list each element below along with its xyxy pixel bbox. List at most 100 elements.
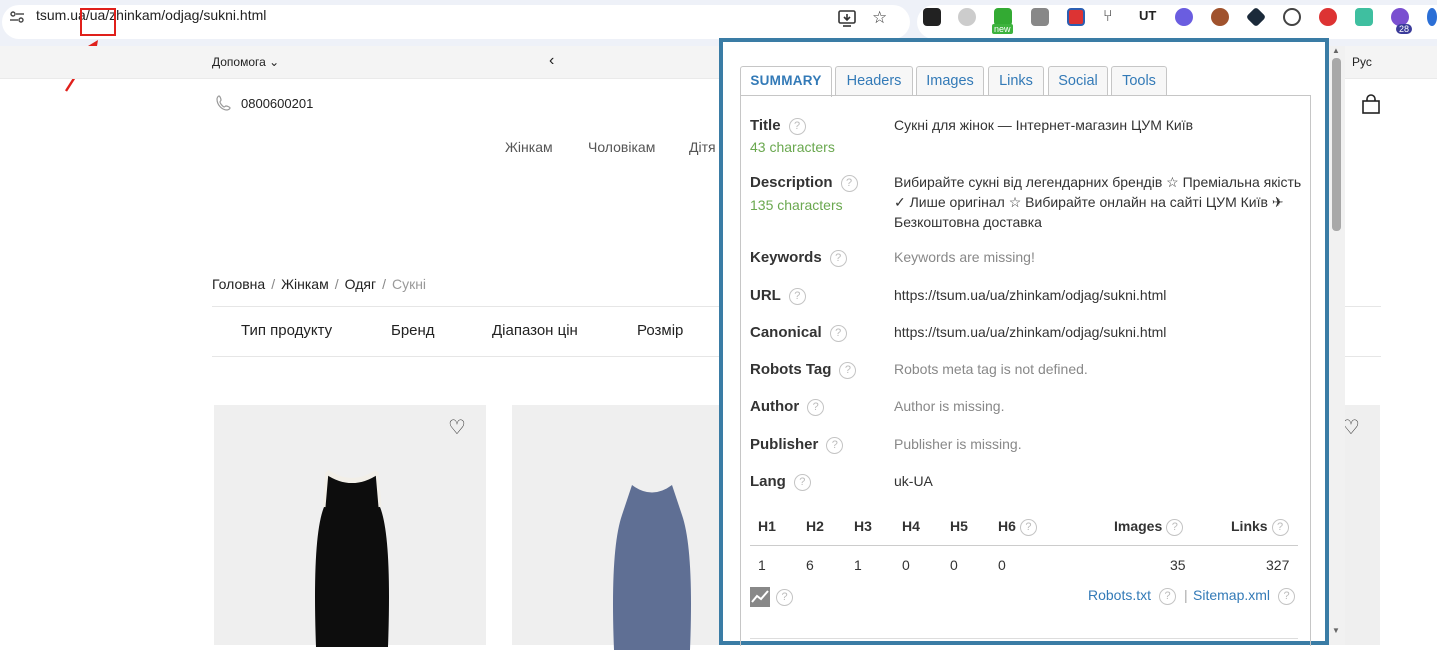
fatkun-extension-icon[interactable] <box>923 8 941 26</box>
tab-headers[interactable]: Headers <box>835 66 913 96</box>
url-value: https://tsum.ua/ua/zhinkam/odjag/sukni.h… <box>894 287 1167 303</box>
branch-extension-icon[interactable]: ⑂ <box>1103 8 1121 26</box>
help-icon[interactable]: ? <box>776 589 793 606</box>
h5-header: H5 <box>950 518 968 534</box>
site-settings-icon[interactable] <box>10 11 24 23</box>
help-icon[interactable]: ? <box>829 324 847 342</box>
tab-images[interactable]: Images <box>916 66 984 96</box>
help-icon[interactable]: ? <box>1166 518 1184 536</box>
filter-product-type[interactable]: Тип продукту <box>241 322 332 339</box>
author-value: Author is missing. <box>894 398 1005 414</box>
scrollbar-thumb[interactable] <box>1332 58 1341 231</box>
language-switch[interactable]: Рус <box>1352 55 1372 69</box>
sitemap-xml-link: Sitemap.xml? <box>1193 587 1296 605</box>
purple-extension-icon[interactable] <box>1175 8 1193 26</box>
author-label-text: Author <box>750 398 800 415</box>
tab-social[interactable]: Social <box>1048 66 1108 96</box>
filter-price[interactable]: Діапазон цін <box>492 322 578 339</box>
g-extension-icon[interactable] <box>1283 8 1301 26</box>
bag-icon[interactable] <box>1361 94 1381 114</box>
title-label-text: Title <box>750 117 781 134</box>
url-label: URL? <box>750 287 806 305</box>
publisher-label: Publisher? <box>750 436 844 454</box>
install-app-icon[interactable] <box>838 9 858 27</box>
help-icon[interactable]: ? <box>826 436 844 454</box>
h4-header: H4 <box>902 518 920 534</box>
product-image <box>613 485 691 650</box>
filter-size[interactable]: Розмір <box>637 322 683 339</box>
help-icon[interactable]: ? <box>839 361 857 379</box>
h6-count: 0 <box>998 557 1006 573</box>
description-label-text: Description <box>750 174 833 191</box>
help-icon[interactable]: ? <box>788 287 806 305</box>
product-card[interactable]: ♡ <box>214 405 486 647</box>
breadcrumb-sep: / <box>271 276 276 292</box>
breadcrumb-current: Сукні <box>391 276 427 292</box>
phone-number[interactable]: 0800600201 <box>241 96 313 111</box>
heart-icon[interactable]: ♡ <box>448 415 466 440</box>
canonical-value: https://tsum.ua/ua/zhinkam/odjag/sukni.h… <box>894 324 1167 340</box>
images-count: 35 <box>1170 557 1186 573</box>
phone-icon <box>216 95 231 111</box>
camera-extension-icon[interactable] <box>1031 8 1049 26</box>
ut-extension-icon[interactable]: UT <box>1139 8 1157 26</box>
title-label: Title? <box>750 117 806 135</box>
h2-header: H2 <box>806 518 824 534</box>
menu-item-men[interactable]: Чоловікам <box>588 139 655 155</box>
canonical-label: Canonical? <box>750 324 847 342</box>
breadcrumb-women[interactable]: Жінкам <box>281 276 329 292</box>
robots-txt-link-text[interactable]: Robots.txt <box>1088 587 1151 603</box>
help-icon[interactable]: ? <box>793 473 811 491</box>
tab-tools[interactable]: Tools <box>1111 66 1167 96</box>
picture-extension-icon[interactable] <box>1355 8 1373 26</box>
keywords-value: Keywords are missing! <box>894 249 1035 265</box>
help-menu[interactable]: Допомога ⌄ <box>212 55 279 69</box>
chevron-left-icon[interactable]: ‹ <box>549 52 554 70</box>
robots-txt-link: Robots.txt? <box>1088 587 1177 605</box>
breadcrumb-sep: / <box>334 276 339 292</box>
menu-item-women[interactable]: Жінкам <box>505 139 553 155</box>
help-icon[interactable]: ? <box>788 117 806 135</box>
tab-links[interactable]: Links <box>988 66 1044 96</box>
help-icon[interactable]: ? <box>829 249 847 267</box>
help-icon[interactable]: ? <box>1159 587 1177 605</box>
scroll-down-icon[interactable]: ▼ <box>1332 626 1340 635</box>
publisher-label-text: Publisher <box>750 436 819 453</box>
help-icon[interactable]: ? <box>840 174 858 192</box>
h5-count: 0 <box>950 557 958 573</box>
breadcrumb-clothes[interactable]: Одяг <box>345 276 376 292</box>
robots-value: Robots meta tag is not defined. <box>894 361 1088 377</box>
help-icon[interactable]: ? <box>1271 518 1289 536</box>
menu-item-kids[interactable]: Дітя <box>689 139 716 155</box>
grey-extension-icon[interactable] <box>958 8 976 26</box>
url-text[interactable]: tsum.ua/ua/zhinkam/odjag/sukni.html <box>36 7 266 23</box>
lang-value: uk-UA <box>894 473 933 489</box>
sitemap-xml-link-text[interactable]: Sitemap.xml <box>1193 587 1270 603</box>
new-badge: new <box>992 24 1013 34</box>
robots-label: Robots Tag? <box>750 361 857 379</box>
chart-icon[interactable] <box>750 587 770 607</box>
lang-label: Lang? <box>750 473 811 491</box>
help-icon[interactable]: ? <box>1019 518 1037 536</box>
help-icon[interactable]: ? <box>807 398 825 416</box>
links-count: 327 <box>1266 557 1290 573</box>
filter-brand[interactable]: Бренд <box>391 322 435 339</box>
seo-extension-icon[interactable] <box>1319 8 1337 26</box>
author-label: Author? <box>750 398 825 416</box>
scroll-up-icon[interactable]: ▲ <box>1332 46 1340 55</box>
annotation-highlight-box <box>80 8 116 36</box>
description-char-count: 135 characters <box>750 197 843 213</box>
tab-summary[interactable]: SUMMARY <box>740 66 832 97</box>
footer-link-separator: | <box>1184 587 1188 603</box>
images-header-text: Images <box>1114 518 1163 534</box>
help-icon[interactable]: ? <box>1278 587 1296 605</box>
breadcrumb-sep: / <box>382 276 386 292</box>
bookmark-star-icon[interactable]: ☆ <box>872 8 887 28</box>
links-header-text: Links <box>1231 518 1268 534</box>
breadcrumb-home[interactable]: Головна <box>212 276 265 292</box>
checkbox-extension-icon[interactable] <box>1067 8 1085 26</box>
profile-avatar[interactable] <box>1427 8 1437 26</box>
h6-header: H6? <box>998 518 1037 536</box>
h4-count: 0 <box>902 557 910 573</box>
cookie-extension-icon[interactable] <box>1211 8 1229 26</box>
